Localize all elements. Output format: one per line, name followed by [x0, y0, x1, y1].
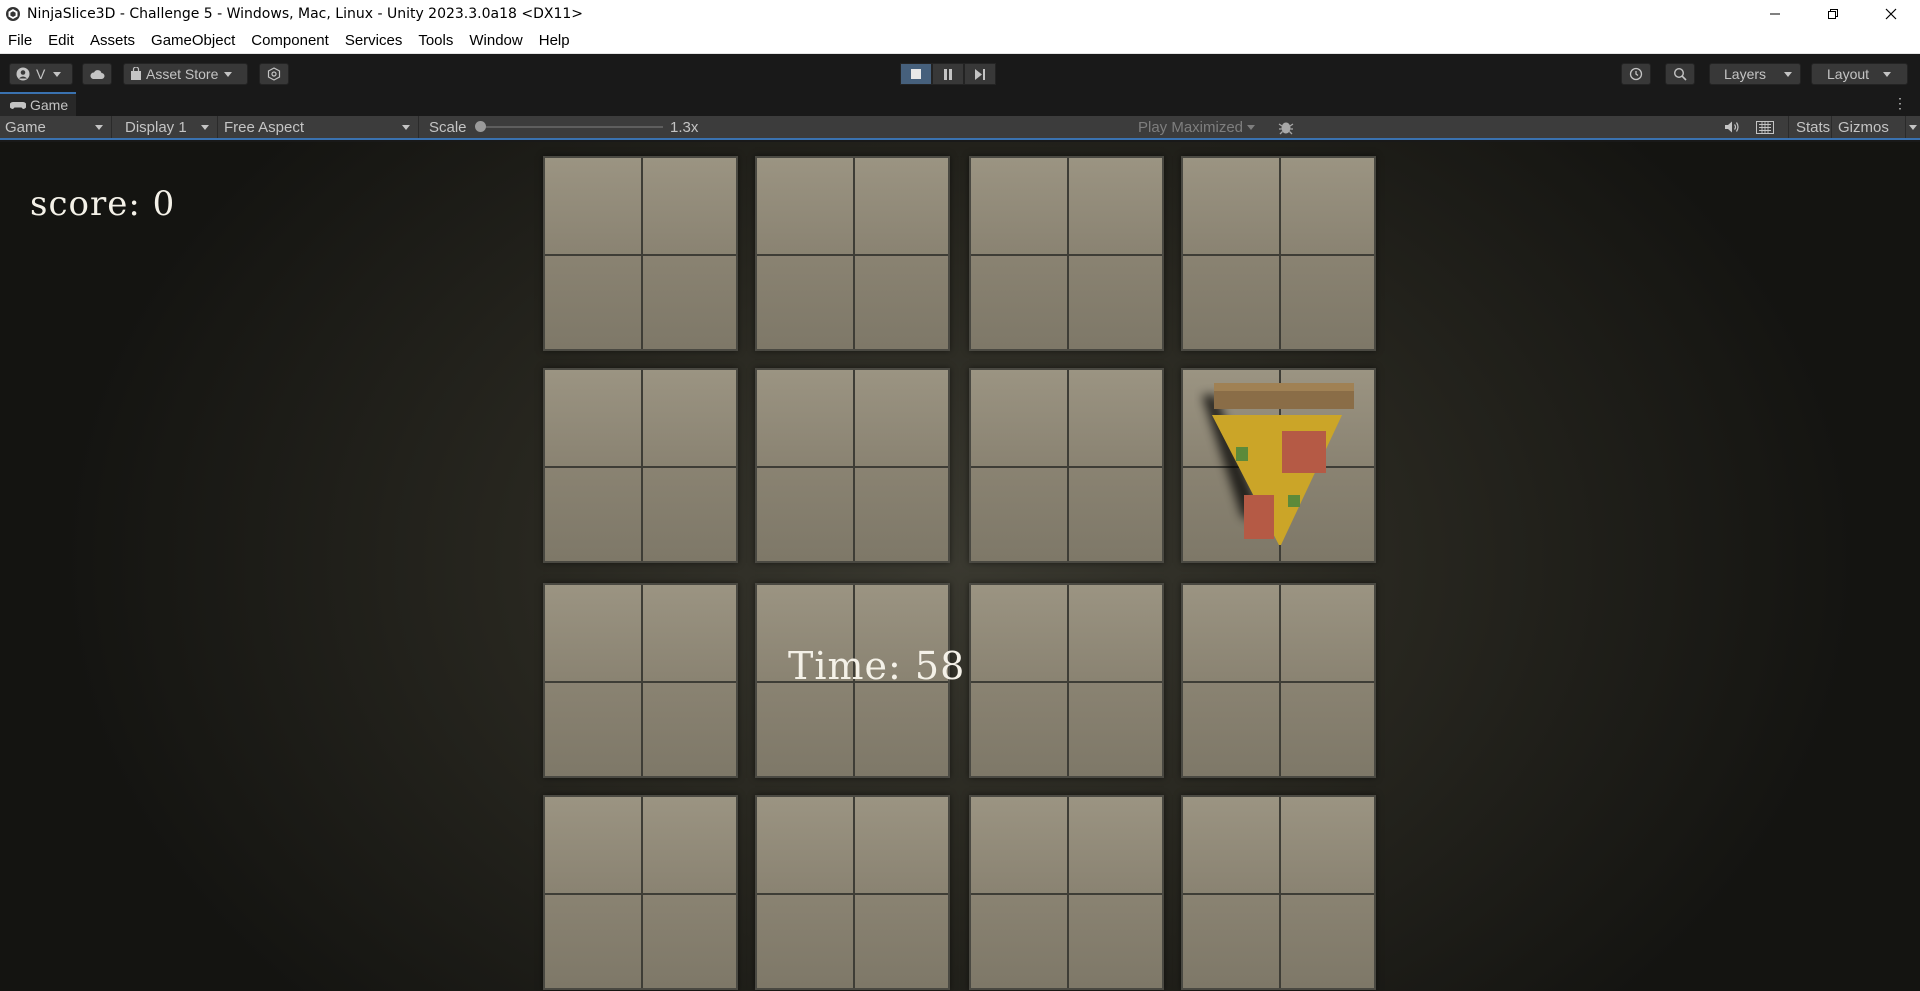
- grid-tile: [1181, 795, 1376, 990]
- layout-label: Layout: [1827, 66, 1870, 82]
- bug-icon[interactable]: [1278, 116, 1294, 138]
- chevron-down-icon: [224, 71, 233, 77]
- pizza-slice-target[interactable]: [1194, 375, 1354, 545]
- grid-tile: [755, 795, 950, 990]
- menu-services[interactable]: Services: [337, 28, 411, 54]
- step-icon: [975, 68, 985, 80]
- unity-logo-icon: [5, 6, 21, 22]
- chevron-down-icon: [1784, 71, 1793, 77]
- scale-value: 1.3x: [670, 118, 699, 136]
- stats-button[interactable]: Stats: [1788, 116, 1830, 138]
- display-dropdown[interactable]: Display 1: [120, 116, 218, 138]
- chevron-down-icon: [1247, 125, 1255, 130]
- game-view-toolbar: Game Display 1 Free Aspect Scale 1.3x Pl…: [0, 116, 1920, 140]
- menu-bar: File Edit Assets GameObject Component Se…: [0, 28, 1920, 54]
- grid-tile: [969, 583, 1164, 778]
- chevron-down-icon: [1883, 71, 1892, 77]
- window-title: NinjaSlice3D - Challenge 5 - Windows, Ma…: [27, 6, 584, 22]
- view-mode-dropdown[interactable]: Game: [0, 116, 112, 138]
- history-icon: [1629, 67, 1643, 81]
- play-mode-dropdown[interactable]: Play Maximized: [1133, 116, 1263, 138]
- menu-gameobject[interactable]: GameObject: [143, 28, 243, 54]
- play-mode-label: Play Maximized: [1138, 118, 1244, 136]
- asset-store-dropdown[interactable]: Asset Store: [123, 63, 248, 85]
- chevron-down-icon: [53, 71, 62, 77]
- grid-tile: [543, 156, 738, 351]
- layers-dropdown[interactable]: Layers: [1709, 63, 1801, 85]
- display-label: Display 1: [125, 118, 187, 136]
- chevron-down-icon: [95, 125, 103, 130]
- menu-assets[interactable]: Assets: [82, 28, 143, 54]
- layout-dropdown[interactable]: Layout: [1811, 63, 1908, 85]
- restore-button[interactable]: [1804, 0, 1862, 28]
- scale-slider[interactable]: [475, 116, 663, 138]
- view-mode-label: Game: [5, 118, 46, 136]
- grid-tile: [969, 156, 1164, 351]
- score-text: score: 0: [30, 184, 176, 224]
- gizmos-button[interactable]: Gizmos: [1831, 116, 1905, 138]
- grid-tile: [1181, 156, 1376, 351]
- restore-icon: [1828, 9, 1838, 19]
- stop-icon: [911, 69, 921, 79]
- menu-window[interactable]: Window: [461, 28, 530, 54]
- grid-tile: [1181, 583, 1376, 778]
- grid-tile: [543, 583, 738, 778]
- grid-tile: [969, 368, 1164, 563]
- gizmos-dropdown[interactable]: [1905, 116, 1920, 138]
- account-label: V: [36, 66, 46, 82]
- minimize-button[interactable]: [1746, 0, 1804, 28]
- pause-icon: [944, 68, 952, 80]
- minimize-icon: [1770, 13, 1780, 15]
- grid-tile: [755, 156, 950, 351]
- close-icon: [1885, 8, 1897, 20]
- menu-edit[interactable]: Edit: [40, 28, 82, 54]
- chevron-down-icon: [1909, 124, 1917, 130]
- playback-controls: [900, 63, 996, 85]
- window-title-bar: NinjaSlice3D - Challenge 5 - Windows, Ma…: [0, 0, 1920, 28]
- layers-label: Layers: [1724, 66, 1767, 82]
- pause-button[interactable]: [932, 63, 964, 85]
- shopping-bag-icon: [131, 67, 141, 80]
- account-icon: [16, 67, 30, 81]
- scale-slider-handle[interactable]: [475, 121, 486, 132]
- step-button[interactable]: [964, 63, 996, 85]
- stop-button[interactable]: [900, 63, 932, 85]
- kebab-menu-icon[interactable]: ⋮: [1893, 95, 1907, 112]
- grid-tile: [543, 795, 738, 990]
- aspect-dropdown[interactable]: Free Aspect: [219, 116, 419, 138]
- chevron-down-icon: [201, 125, 209, 130]
- search-button[interactable]: [1665, 63, 1695, 85]
- tab-game-label: Game: [30, 97, 69, 113]
- cloud-button[interactable]: [82, 63, 112, 85]
- cloud-icon: [90, 70, 105, 79]
- game-view[interactable]: score: 0 Time: 58: [0, 142, 1920, 991]
- menu-help[interactable]: Help: [531, 28, 578, 54]
- scale-label: Scale: [429, 118, 467, 136]
- history-button[interactable]: [1621, 63, 1651, 85]
- main-toolbar: V Asset Store Layers Layout: [0, 54, 1920, 92]
- grid-tile: [969, 795, 1164, 990]
- mute-audio-icon[interactable]: [1724, 116, 1740, 138]
- package-button[interactable]: [259, 63, 289, 85]
- chevron-down-icon: [402, 125, 410, 130]
- menu-tools[interactable]: Tools: [410, 28, 461, 54]
- aspect-label: Free Aspect: [224, 118, 305, 136]
- keyboard-icon[interactable]: [1756, 116, 1774, 138]
- menu-component[interactable]: Component: [243, 28, 337, 54]
- close-button[interactable]: [1862, 0, 1920, 28]
- grid-tile: [543, 368, 738, 563]
- game-tab-bar: Game ⋮: [0, 92, 1920, 116]
- grid-tile: [755, 368, 950, 563]
- time-text: Time: 58: [788, 644, 966, 688]
- account-dropdown[interactable]: V: [9, 63, 73, 85]
- menu-file[interactable]: File: [0, 28, 40, 54]
- package-icon: [267, 67, 281, 81]
- search-icon: [1673, 67, 1687, 81]
- gamepad-icon: [10, 102, 26, 109]
- asset-store-label: Asset Store: [146, 66, 219, 82]
- tab-game[interactable]: Game: [0, 92, 77, 116]
